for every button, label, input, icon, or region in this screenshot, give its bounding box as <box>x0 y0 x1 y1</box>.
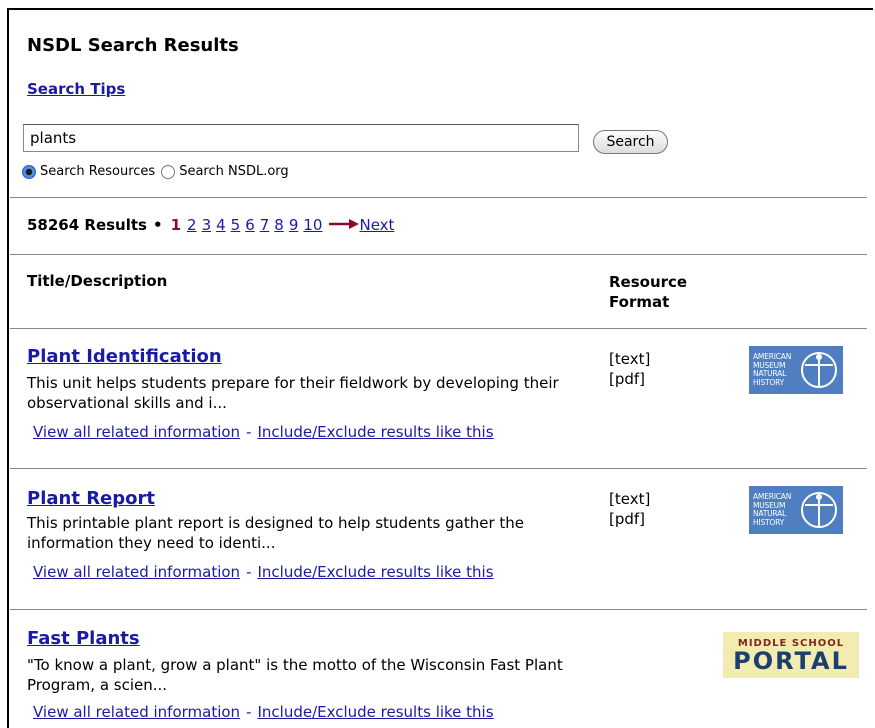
search-input[interactable] <box>23 124 579 152</box>
result-links: View all related information - Include/Exc… <box>33 423 494 441</box>
format-pdf: [pdf] <box>609 370 646 388</box>
page-link-10[interactable]: 10 <box>303 216 322 234</box>
page-link-2[interactable]: 2 <box>187 216 197 234</box>
result-links: View all related information - Include/Exc… <box>33 703 494 721</box>
column-header-title: Title/Description <box>27 272 168 290</box>
search-resources-label[interactable]: Search Resources <box>40 164 155 179</box>
amnh-logo[interactable]: AMERICAN MUSEUM NATURAL HISTORY <box>749 486 843 534</box>
result-description: This printable plant report is designed … <box>27 514 525 552</box>
column-header-format-line1: Resource <box>609 273 688 291</box>
divider <box>10 609 867 610</box>
page-link-9[interactable]: 9 <box>289 216 299 234</box>
result-title-link[interactable]: Fast Plants <box>27 628 140 649</box>
search-nsdl-radio[interactable] <box>161 164 176 179</box>
view-related-link[interactable]: View all related information <box>33 703 240 721</box>
page-link-8[interactable]: 8 <box>274 216 284 234</box>
amnh-logo-text: AMERICAN MUSEUM NATURAL HISTORY <box>753 352 792 387</box>
search-nsdl-label[interactable]: Search NSDL.org <box>179 164 288 179</box>
page-title: NSDL Search Results <box>27 35 239 56</box>
result-formats: [text] [pdf] <box>609 349 650 389</box>
divider <box>10 254 867 255</box>
amnh-logo-text: AMERICAN MUSEUM NATURAL HISTORY <box>753 492 792 527</box>
result-title-link[interactable]: Plant Identification <box>27 346 222 367</box>
result-title-link[interactable]: Plant Report <box>27 488 155 509</box>
middle-school-portal-logo[interactable]: MIDDLE SCHOOL PORTAL <box>723 632 859 678</box>
amnh-figure-icon <box>801 492 837 528</box>
column-header-format-line2: Format <box>609 293 670 311</box>
divider <box>10 197 867 198</box>
amnh-figure-icon <box>801 352 837 388</box>
next-arrow-icon[interactable] <box>329 218 360 230</box>
page-link-6[interactable]: 6 <box>245 216 255 234</box>
page-link-5[interactable]: 5 <box>231 216 241 234</box>
result-description: This unit helps students prepare for the… <box>27 374 559 412</box>
divider <box>10 328 867 329</box>
include-exclude-link[interactable]: Include/Exclude results like this <box>257 703 493 721</box>
current-page: 1 <box>170 216 182 234</box>
msp-logo-big: PORTAL <box>733 646 849 675</box>
page-link-7[interactable]: 7 <box>260 216 270 234</box>
page-link-4[interactable]: 4 <box>216 216 226 234</box>
format-pdf: [pdf] <box>609 510 646 528</box>
link-separator: - <box>246 423 252 441</box>
link-separator: - <box>246 563 252 581</box>
search-tips-link[interactable]: Search Tips <box>27 80 125 98</box>
amnh-logo[interactable]: AMERICAN MUSEUM NATURAL HISTORY <box>749 346 843 394</box>
view-related-link[interactable]: View all related information <box>33 423 240 441</box>
pagination-bar: 58264 Results • 1 2 3 4 5 6 7 8 9 10 Nex… <box>27 216 394 234</box>
include-exclude-link[interactable]: Include/Exclude results like this <box>257 423 493 441</box>
search-button[interactable]: Search <box>593 130 668 154</box>
page-frame <box>7 8 873 728</box>
search-scope-options: Search Resources Search NSDL.org <box>22 164 295 179</box>
result-links: View all related information - Include/Exc… <box>33 563 494 581</box>
link-separator: - <box>246 703 252 721</box>
next-page-link[interactable]: Next <box>359 216 394 234</box>
results-count: 58264 Results <box>27 216 147 234</box>
result-description: "To know a plant, grow a plant" is the m… <box>27 656 563 694</box>
column-header-format: Resource Format <box>609 272 687 312</box>
include-exclude-link[interactable]: Include/Exclude results like this <box>257 563 493 581</box>
result-formats: [text] [pdf] <box>609 489 650 529</box>
search-resources-radio[interactable] <box>22 164 36 179</box>
format-text: [text] <box>609 490 651 508</box>
view-related-link[interactable]: View all related information <box>33 563 240 581</box>
divider <box>10 468 867 469</box>
page-link-3[interactable]: 3 <box>202 216 212 234</box>
format-text: [text] <box>609 350 651 368</box>
bullet-separator: • <box>152 216 163 234</box>
